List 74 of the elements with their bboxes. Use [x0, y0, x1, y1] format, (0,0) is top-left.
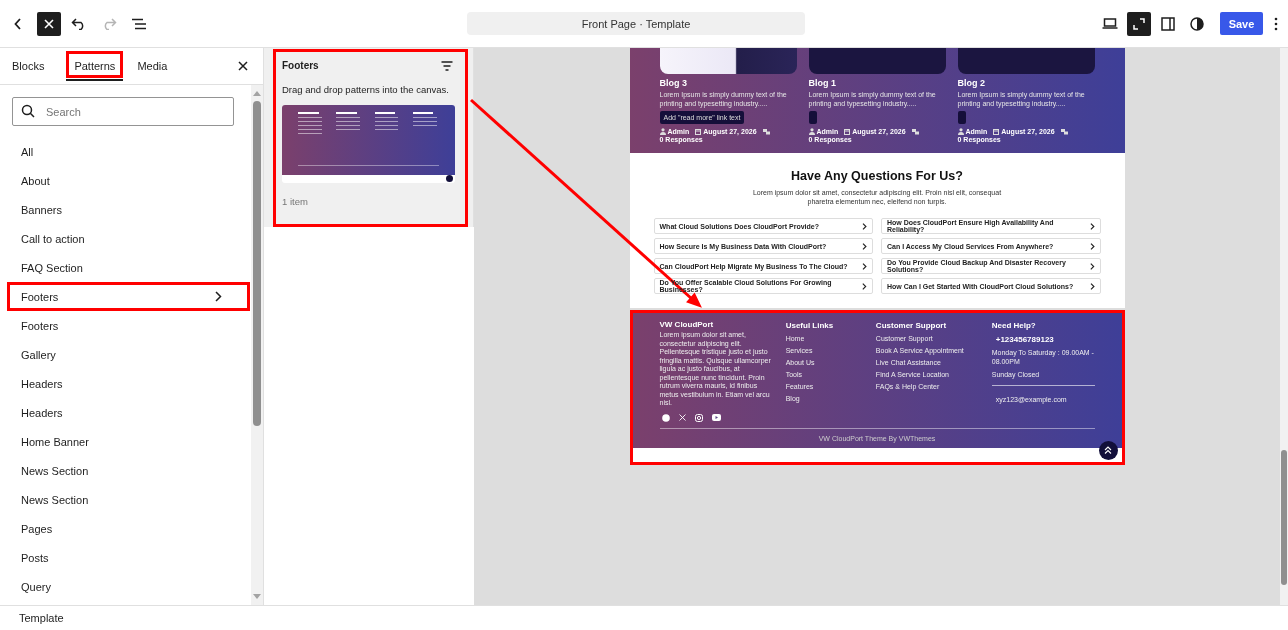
save-button[interactable]: Save — [1220, 12, 1263, 35]
chevron-right-icon — [1089, 242, 1095, 250]
category-item[interactable]: Footers — [7, 311, 250, 340]
chevron-right-icon — [862, 282, 867, 290]
calendar-icon — [844, 128, 851, 135]
footer-preview-drawing[interactable] — [282, 105, 455, 183]
post-title: Blog 2 — [957, 78, 985, 88]
user-icon — [808, 128, 815, 135]
chevron-left-icon — [14, 17, 22, 30]
user-icon — [957, 128, 964, 135]
calendar-icon — [993, 128, 1000, 135]
category-item[interactable]: Gallery — [7, 340, 250, 369]
close-button[interactable] — [37, 11, 61, 36]
post-title: Blog 3 — [659, 78, 687, 88]
contrast-icon — [1190, 16, 1204, 31]
more-options-icon — [1274, 16, 1278, 31]
scrollbar[interactable] — [1280, 48, 1288, 605]
chevron-right-icon — [862, 242, 867, 250]
category-item[interactable]: Headers — [7, 398, 250, 427]
category-item[interactable]: All — [7, 137, 250, 166]
video-icon[interactable] — [711, 414, 721, 421]
scrollbar[interactable] — [251, 85, 263, 605]
footer-heading: Customer Support — [875, 321, 947, 330]
footer-brand: VW CloudPort — [659, 320, 714, 329]
panel-title: Footers — [282, 60, 319, 71]
camera-icon[interactable] — [694, 413, 703, 422]
calendar-icon — [695, 128, 702, 135]
category-item[interactable]: About — [7, 166, 250, 195]
item-count: 1 item — [282, 196, 309, 207]
laptop-icon — [1102, 18, 1118, 29]
expand-button[interactable] — [1127, 11, 1151, 36]
comments-icon — [911, 128, 919, 135]
breadcrumb-link[interactable]: Template — [19, 612, 64, 624]
chevron-right-icon — [1089, 262, 1095, 270]
footer-heading: Need Help? — [991, 321, 1036, 330]
category-item[interactable]: Headers — [7, 369, 250, 398]
category-item[interactable]: Home Banner — [7, 427, 250, 456]
panel-description: Drag and drop patterns into the canvas. — [282, 84, 450, 95]
post-title: Blog 1 — [808, 78, 836, 88]
category-item[interactable]: Pages — [7, 514, 250, 543]
comments-icon — [762, 128, 770, 135]
search-icon — [21, 104, 35, 118]
chevron-right-icon — [862, 262, 867, 270]
chevron-right-icon — [1089, 282, 1095, 290]
category-item[interactable]: Call to action — [7, 224, 250, 253]
comments-icon — [1060, 128, 1068, 135]
category-item[interactable]: FAQ Section — [7, 253, 250, 282]
chevron-right-icon — [1089, 222, 1095, 230]
inserter-tab[interactable]: Patterns — [66, 51, 124, 81]
inserter-tab[interactable]: Blocks — [4, 51, 53, 81]
category-item[interactable]: Banners — [7, 195, 250, 224]
category-item[interactable]: News Section — [7, 485, 250, 514]
chevron-right-icon — [215, 291, 222, 302]
double-chevron-up-icon — [1104, 446, 1112, 454]
cross-icon[interactable] — [678, 414, 686, 421]
chevron-right-icon — [862, 222, 867, 230]
phone-number: +123456789123 — [995, 335, 1054, 344]
category-item[interactable]: Posts — [7, 543, 250, 572]
footer-heading: Useful Links — [785, 321, 834, 330]
list-view-icon — [131, 17, 147, 30]
user-icon — [659, 128, 666, 135]
category-item[interactable]: News Section — [7, 456, 250, 485]
sidebar-icon — [1161, 16, 1175, 31]
filter-icon[interactable] — [441, 60, 453, 71]
close-icon — [44, 18, 54, 29]
circle-icon[interactable] — [661, 413, 670, 422]
category-item[interactable]: Query — [7, 572, 250, 601]
section-heading: Have Any Questions For Us? — [791, 169, 963, 183]
search-field[interactable]: Search — [12, 97, 234, 126]
inserter-tab[interactable]: Media — [129, 51, 176, 81]
category-item[interactable]: Footers — [7, 282, 250, 311]
expand-icon — [1133, 17, 1145, 30]
document-title-button[interactable]: Front Page · Template — [467, 12, 805, 35]
close-icon — [238, 61, 248, 71]
